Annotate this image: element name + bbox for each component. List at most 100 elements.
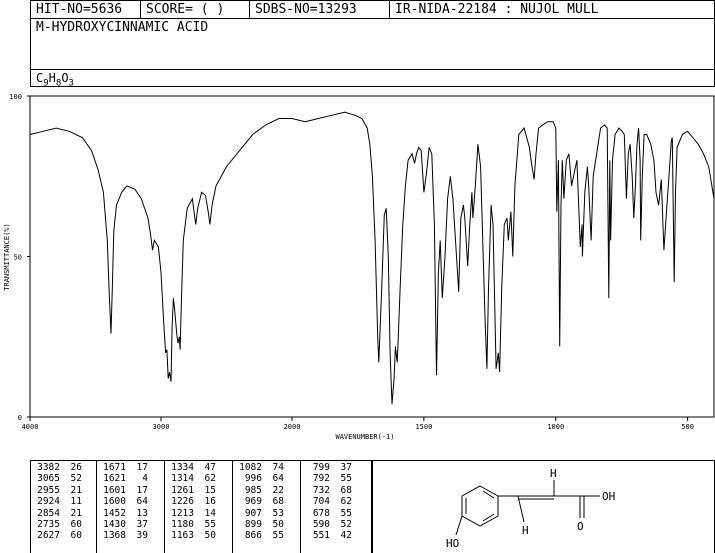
peak-transmittance: 55 <box>340 507 352 519</box>
y-tick-label: 100 <box>9 93 22 101</box>
peak-wavenumber: 969 <box>244 496 262 508</box>
peak-row: 1213 14 <box>166 508 216 519</box>
peak-wavenumber: 1213 <box>171 507 194 519</box>
peak-row: 1600 64 <box>98 496 148 507</box>
peak-transmittance: 21 <box>70 484 82 496</box>
peak-transmittance: 60 <box>70 518 82 530</box>
peak-wavenumber: 551 <box>312 530 330 542</box>
peak-transmittance: 52 <box>340 518 352 530</box>
peak-table-column: 1334 47 1314 62 1261 15 1226 16 1213 14 1180 55 1163… <box>166 462 216 542</box>
peak-row: 907 53 <box>234 508 284 519</box>
peak-wavenumber: 1261 <box>171 484 194 496</box>
y-tick-label: 50 <box>14 254 22 262</box>
peak-wavenumber: 2955 <box>37 484 60 496</box>
peak-wavenumber: 3382 <box>37 462 60 473</box>
peak-transmittance: 4 <box>142 473 148 485</box>
x-axis-label: WAVENUMBER(-1) <box>335 433 394 441</box>
peak-row: 1314 62 <box>166 473 216 484</box>
peak-transmittance: 37 <box>340 462 352 473</box>
peak-column-divider <box>164 461 165 553</box>
peak-wavenumber: 2735 <box>37 518 60 530</box>
atom-label-ho: HO <box>446 537 459 550</box>
peak-row: 1601 17 <box>98 485 148 496</box>
peak-transmittance: 37 <box>136 518 148 530</box>
peak-wavenumber: 2924 <box>37 496 60 508</box>
peak-transmittance: 11 <box>70 496 82 508</box>
peak-wavenumber: 2627 <box>37 530 60 542</box>
peak-transmittance: 50 <box>272 518 284 530</box>
ir-spectrum-chart: 100500 4000 3000 2000 1500 1000 500 WAVENUMBE… <box>3 93 715 441</box>
peak-transmittance: 64 <box>136 496 148 508</box>
peak-wavenumber: 1226 <box>171 496 194 508</box>
peak-row: 1621 4 <box>98 473 148 484</box>
peak-row: 2627 60 <box>32 530 82 541</box>
peak-wavenumber: 1601 <box>103 484 126 496</box>
peak-row: 799 37 <box>302 462 352 473</box>
x-tick-label: 1000 <box>547 423 564 431</box>
spectrum-trace <box>29 111 715 405</box>
peak-row: 678 55 <box>302 508 352 519</box>
peak-column-divider <box>96 461 97 553</box>
y-tick-label: 0 <box>18 414 22 422</box>
peak-row: 969 68 <box>234 496 284 507</box>
peak-transmittance: 60 <box>70 530 82 542</box>
peak-transmittance: 17 <box>136 484 148 496</box>
peak-transmittance: 39 <box>136 530 148 542</box>
peak-transmittance: 13 <box>136 507 148 519</box>
peak-transmittance: 26 <box>70 462 82 473</box>
peak-wavenumber: 799 <box>312 462 330 473</box>
peak-wavenumber: 3065 <box>37 473 60 485</box>
peak-transmittance: 68 <box>340 484 352 496</box>
peak-row: 792 55 <box>302 473 352 484</box>
peak-table-column: 799 37 792 55 732 68 704 62 678 55 590 52 551 42 <box>302 462 352 542</box>
peak-transmittance: 62 <box>204 473 216 485</box>
peak-row: 899 50 <box>234 519 284 530</box>
peak-wavenumber: 792 <box>312 473 330 485</box>
peak-row: 3065 52 <box>32 473 82 484</box>
peak-row: 2735 60 <box>32 519 82 530</box>
peak-wavenumber: 907 <box>244 507 262 519</box>
peak-transmittance: 15 <box>204 484 216 496</box>
peak-row: 1334 47 <box>166 462 216 473</box>
peak-wavenumber: 899 <box>244 518 262 530</box>
atom-label-h: H <box>550 467 557 480</box>
peak-row: 2955 21 <box>32 485 82 496</box>
peak-row: 732 68 <box>302 485 352 496</box>
atom-label-h: H <box>522 524 529 537</box>
peak-wavenumber: 1180 <box>171 518 194 530</box>
peak-table-column: 1082 74 996 64 985 22 969 68 907 53 899 50 866 55 <box>234 462 284 542</box>
peak-transmittance: 55 <box>272 530 284 542</box>
peak-wavenumber: 1671 <box>103 462 126 473</box>
peak-transmittance: 55 <box>204 518 216 530</box>
peak-transmittance: 52 <box>70 473 82 485</box>
peak-wavenumber: 985 <box>244 484 262 496</box>
peak-column-divider <box>232 461 233 553</box>
peak-row: 1261 15 <box>166 485 216 496</box>
peak-row: 996 64 <box>234 473 284 484</box>
peak-row: 2854 21 <box>32 508 82 519</box>
peak-wavenumber: 1334 <box>171 462 194 473</box>
peak-wavenumber: 704 <box>312 496 330 508</box>
peak-row: 1430 37 <box>98 519 148 530</box>
peak-wavenumber: 1452 <box>103 507 126 519</box>
peak-row: 1226 16 <box>166 496 216 507</box>
peak-row: 551 42 <box>302 530 352 541</box>
peak-transmittance: 55 <box>340 473 352 485</box>
peak-row: 1368 39 <box>98 530 148 541</box>
peak-row: 1082 74 <box>234 462 284 473</box>
peak-row: 985 22 <box>234 485 284 496</box>
x-tick-label: 2000 <box>284 423 301 431</box>
y-axis-label: TRANSMITTANCE(%) <box>3 223 11 290</box>
peak-table-column: 1671 17 1621 4 1601 17 1600 64 1452 13 1430 37 1368 3… <box>98 462 148 542</box>
peak-transmittance: 21 <box>70 507 82 519</box>
peak-wavenumber: 996 <box>244 473 262 485</box>
peak-transmittance: 22 <box>272 484 284 496</box>
peak-transmittance: 53 <box>272 507 284 519</box>
atom-label-o: O <box>577 520 584 533</box>
peak-column-divider <box>300 461 301 553</box>
peak-wavenumber: 590 <box>312 518 330 530</box>
peak-wavenumber: 1082 <box>239 462 262 473</box>
peak-row: 2924 11 <box>32 496 82 507</box>
peak-transmittance: 62 <box>340 496 352 508</box>
peak-row: 866 55 <box>234 530 284 541</box>
